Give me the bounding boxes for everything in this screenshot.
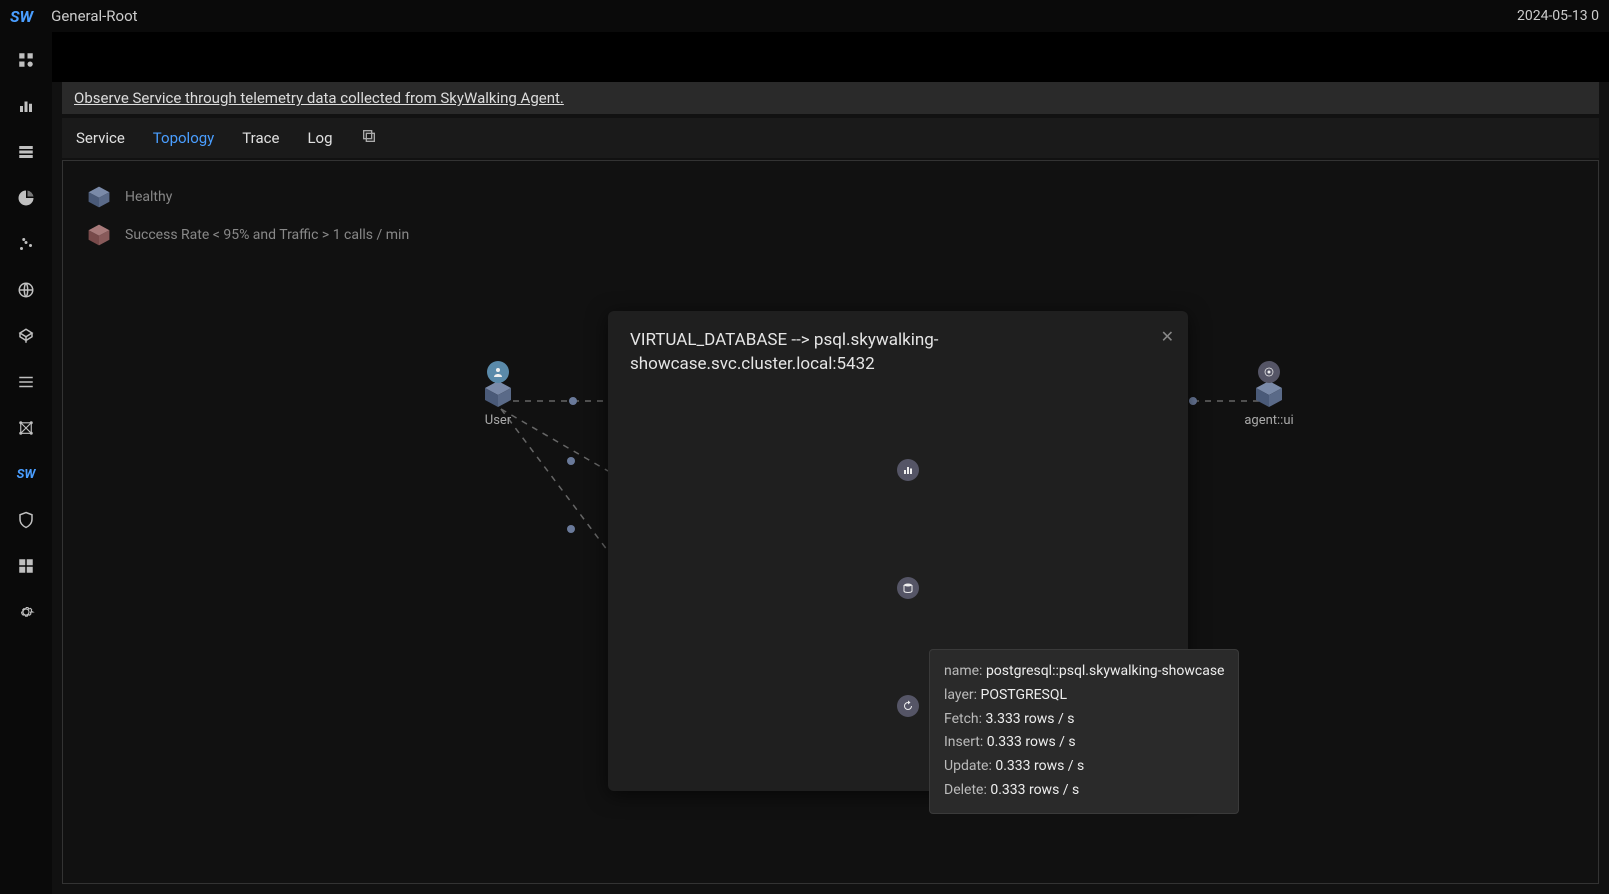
layers-icon[interactable] <box>16 142 36 162</box>
tooltip-val: 3.333 rows / s <box>986 711 1075 727</box>
notice-banner[interactable]: Observe Service through telemetry data c… <box>62 82 1599 114</box>
topology-icon[interactable] <box>16 418 36 438</box>
grid-icon[interactable] <box>16 556 36 576</box>
mesh-icon[interactable] <box>16 326 36 346</box>
unhealthy-cube-icon <box>87 223 111 247</box>
legend-unhealthy-label: Success Rate < 95% and Traffic > 1 calls… <box>125 227 409 243</box>
tooltip-key: Insert: <box>944 734 983 750</box>
tooltip-val: POSTGRESQL <box>981 687 1068 703</box>
tab-topology[interactable]: Topology <box>153 129 214 147</box>
shield-icon[interactable] <box>16 510 36 530</box>
bar-chart-icon[interactable] <box>16 96 36 116</box>
node-agent-ui[interactable]: agent::ui <box>1189 361 1349 428</box>
pie-chart-icon[interactable] <box>16 188 36 208</box>
user-icon <box>487 361 509 383</box>
breadcrumb[interactable]: General-Root <box>51 7 137 25</box>
sw-logo-icon[interactable]: SW <box>16 464 36 484</box>
list-icon[interactable] <box>16 372 36 392</box>
tooltip-val: postgresql::psql.skywalking-showcase <box>986 663 1225 679</box>
tooltip-val: 0.333 rows / s <box>987 734 1076 750</box>
tab-log[interactable]: Log <box>307 129 332 147</box>
node-tooltip: name: postgresql::psql.skywalking-showca… <box>929 649 1239 814</box>
app-logo[interactable]: SW <box>10 7 33 26</box>
refresh-icon <box>897 695 919 717</box>
dashboard-icon[interactable] <box>16 50 36 70</box>
topbar: SW General-Root 2024-05-13 0 <box>0 0 1609 32</box>
tooltip-val: 0.333 rows / s <box>995 758 1084 774</box>
legend-healthy-label: Healthy <box>125 189 172 205</box>
copy-icon[interactable] <box>361 128 377 148</box>
tooltip-key: Update: <box>944 758 992 774</box>
gear-icon[interactable] <box>16 602 36 622</box>
main: Observe Service through telemetry data c… <box>52 32 1609 894</box>
tooltip-val: 0.333 rows / s <box>990 782 1079 798</box>
chart-icon <box>897 459 919 481</box>
tooltip-key: Delete: <box>944 782 987 798</box>
database-icon <box>897 577 919 599</box>
node-agentui-label: agent::ui <box>1244 413 1293 428</box>
scatter-icon[interactable] <box>16 234 36 254</box>
tooltip-key: Fetch: <box>944 711 982 727</box>
tooltip-key: name: <box>944 663 982 679</box>
close-icon[interactable]: ✕ <box>1161 327 1174 346</box>
timestamp: 2024-05-13 0 <box>1517 8 1599 24</box>
sidebar: SW <box>0 32 52 894</box>
tooltip-key: layer: <box>944 687 977 703</box>
node-user-label: User <box>485 413 511 428</box>
globe-icon[interactable] <box>16 280 36 300</box>
tab-trace[interactable]: Trace <box>242 129 279 147</box>
popup-title: VIRTUAL_DATABASE --> psql.skywalking-sho… <box>630 329 1150 377</box>
legend: Healthy Success Rate < 95% and Traffic >… <box>87 185 409 247</box>
healthy-cube-icon <box>87 185 111 209</box>
topology-canvas[interactable]: Healthy Success Rate < 95% and Traffic >… <box>62 160 1599 884</box>
tabs: Service Topology Trace Log <box>62 118 1599 158</box>
node-user[interactable]: User <box>418 361 578 428</box>
tab-service[interactable]: Service <box>76 129 125 147</box>
blackbar <box>52 32 1609 82</box>
agent-icon <box>1258 361 1280 383</box>
